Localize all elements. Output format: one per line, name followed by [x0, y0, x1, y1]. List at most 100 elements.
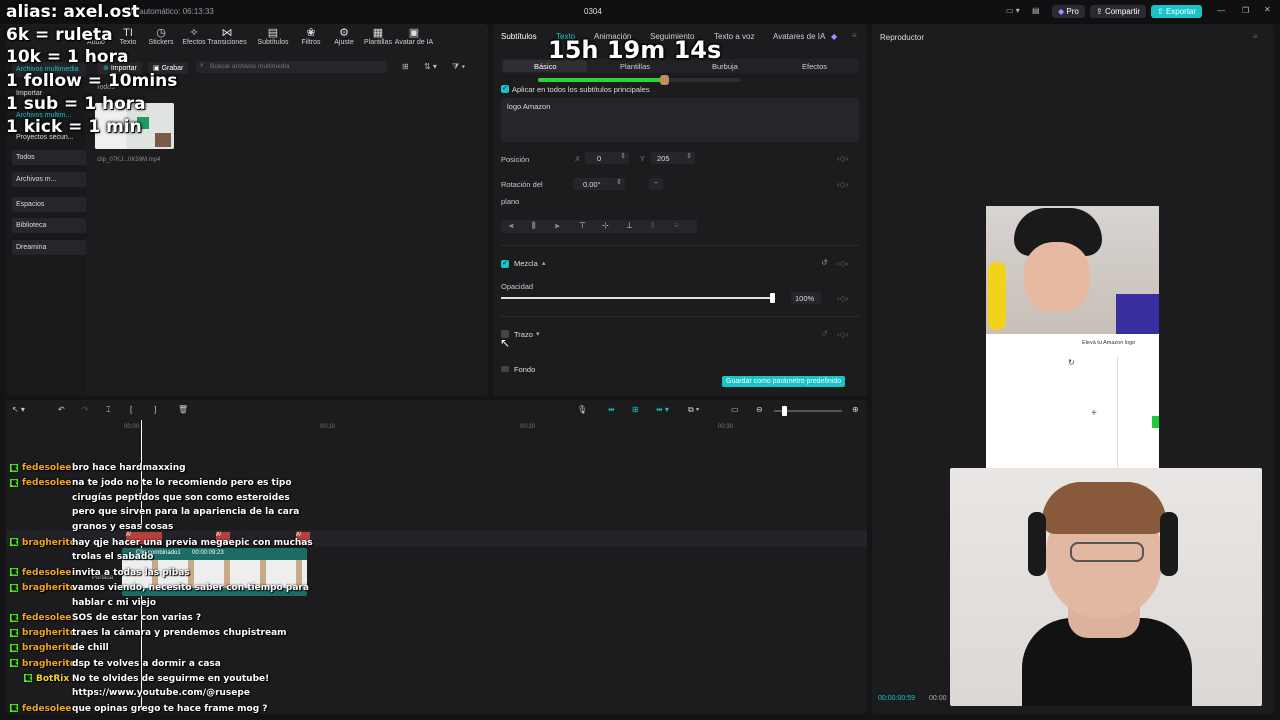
- preview-axis-icon[interactable]: ⧉ ▾: [688, 405, 699, 415]
- tool-label: Subtítulos: [257, 39, 289, 46]
- keyframe-icon[interactable]: ‹◇›: [837, 259, 848, 268]
- sidebar-item-all[interactable]: Todos: [12, 150, 86, 165]
- tab-ai-avatars[interactable]: Avatares de IA: [773, 32, 825, 41]
- align-right-icon[interactable]: ⫸: [555, 221, 560, 231]
- align-left-icon[interactable]: ⫷: [509, 221, 514, 231]
- menu-icon[interactable]: ≡: [1253, 32, 1258, 41]
- chevron-up-icon[interactable]: ▴: [542, 259, 546, 267]
- tool-label: Efectos: [182, 39, 206, 46]
- tool-avatar-de-ia[interactable]: ▣ Avatar de IA: [394, 27, 434, 46]
- timer-progress: [538, 75, 740, 85]
- search-input[interactable]: ⌕ Buscar archivos multimedia: [196, 61, 387, 73]
- video-canvas[interactable]: Elevá tu Amazon logo ↻ +: [986, 206, 1159, 468]
- sidebar-item-files[interactable]: Archivos m...: [12, 172, 86, 187]
- distribute-v-icon[interactable]: ≡: [674, 221, 679, 230]
- align-bottom-icon[interactable]: ⊥: [626, 221, 633, 230]
- chat-username: fedesolee: [22, 567, 72, 578]
- keyframe-icon[interactable]: ‹◇›: [837, 294, 848, 303]
- delete-icon[interactable]: 🗑: [178, 405, 188, 414]
- distribute-h-icon[interactable]: ⦀: [651, 221, 655, 231]
- tool-subt-tulos[interactable]: ▤ Subtítulos: [253, 27, 293, 46]
- close-icon[interactable]: ✕: [1264, 5, 1271, 14]
- tab-subtitles[interactable]: Subtítulos: [501, 32, 537, 41]
- chat-username: bragherito: [22, 643, 76, 654]
- export-button[interactable]: ⇧ Exportar: [1151, 5, 1203, 18]
- text-input[interactable]: logo Amazon: [501, 98, 859, 142]
- fit-icon[interactable]: ▭: [731, 405, 739, 414]
- subtab-effects[interactable]: Efectos: [802, 62, 827, 71]
- chat-message: Kfedesolee: [10, 462, 77, 474]
- minimize-icon[interactable]: —: [1217, 6, 1225, 15]
- sidebar-item-library[interactable]: Biblioteca: [12, 218, 86, 233]
- keyframe-icon[interactable]: ‹◇›: [837, 154, 848, 163]
- rotation-input[interactable]: 0.00° ⇕: [573, 178, 625, 190]
- position-x-input[interactable]: 0 ⇕: [585, 152, 629, 164]
- maximize-icon[interactable]: ❐: [1242, 6, 1249, 15]
- tool-transiciones[interactable]: ⋈ Transiciones: [207, 27, 247, 46]
- reset-icon[interactable]: ↺: [821, 329, 828, 338]
- view-icon[interactable]: ⊞: [402, 62, 409, 71]
- transition-icon: ⋈: [221, 27, 233, 39]
- select-tool-icon[interactable]: ↖ ▾: [12, 405, 25, 414]
- filter-icon[interactable]: ⧩ ▾: [452, 62, 465, 72]
- background-label: Fondo: [514, 365, 536, 372]
- trim-left-icon[interactable]: [: [130, 405, 132, 414]
- keyframe-icon[interactable]: ‹◇›: [837, 180, 848, 189]
- opacity-input[interactable]: 100%: [791, 292, 821, 304]
- zoom-out-icon[interactable]: ⊖: [756, 405, 763, 414]
- clip-duration: 00:00:09:23: [192, 550, 224, 556]
- chat-username: bragherito: [22, 658, 76, 669]
- save-default-button[interactable]: Guardar como parámetro predefinido: [722, 376, 846, 387]
- canvas-inner: [1000, 356, 1118, 468]
- sidebar-item-dreamina[interactable]: Dreamina: [12, 240, 86, 255]
- position-y-input[interactable]: 205 ⇕: [651, 152, 695, 164]
- snap-icon[interactable]: ⇹ ▾: [656, 405, 669, 414]
- tool-plantillas[interactable]: ▦ Plantillas: [358, 27, 398, 46]
- trim-right-icon[interactable]: ]: [154, 405, 156, 414]
- align-center-icon[interactable]: ⫼: [532, 221, 536, 231]
- stepper-icon[interactable]: ⇕: [686, 152, 692, 160]
- chat-text: https://www.youtube.com/@rusepe: [72, 688, 250, 699]
- kick-icon: K: [10, 643, 18, 652]
- opacity-slider[interactable]: [501, 293, 775, 303]
- undo-icon[interactable]: ↶: [58, 405, 65, 414]
- chat-text: que opinas grego te hace frame mog ?: [72, 703, 268, 714]
- stepper-icon[interactable]: ⇕: [616, 178, 622, 186]
- microphone-icon[interactable]: 🎙: [577, 405, 587, 414]
- layout-icon[interactable]: ▭ ▾: [1006, 6, 1020, 15]
- pro-button[interactable]: ◆ Pro: [1052, 5, 1085, 18]
- captions-icon: ▤: [267, 27, 279, 39]
- shortcuts-icon[interactable]: ▤: [1032, 6, 1040, 15]
- zoom-slider[interactable]: [774, 406, 842, 416]
- background-checkbox[interactable]: [501, 366, 509, 372]
- sidebar-item-spaces[interactable]: Espacios: [12, 197, 86, 212]
- link-icon[interactable]: ⇹: [608, 405, 615, 414]
- chat-text: trolas el sabado: [72, 552, 154, 563]
- opacity-slider-handle[interactable]: [770, 293, 775, 303]
- time-total: 00:00: [929, 695, 947, 702]
- zoom-in-icon[interactable]: ⊕: [852, 405, 859, 414]
- reset-icon[interactable]: ↺: [821, 258, 828, 267]
- align-middle-icon[interactable]: ⊹: [602, 221, 609, 230]
- time-current: 00:00:00:59: [878, 695, 915, 702]
- chat-username: fedesolee: [22, 613, 72, 623]
- canvas-webcam: [986, 206, 1159, 334]
- chevron-down-icon[interactable]: ▾: [536, 330, 540, 338]
- share-button[interactable]: ⇪ Compartir: [1090, 5, 1147, 18]
- redo-icon[interactable]: ↷: [82, 405, 89, 414]
- blend-checkbox[interactable]: ✓: [501, 260, 509, 268]
- rotation-dash[interactable]: -: [649, 178, 663, 190]
- kick-icon: K: [10, 659, 18, 668]
- menu-icon[interactable]: ≡: [852, 31, 857, 40]
- magnet-icon[interactable]: ⊞: [632, 405, 639, 414]
- apply-all-checkbox[interactable]: ✓: [501, 85, 509, 93]
- split-icon[interactable]: ⌶: [106, 405, 111, 415]
- chat-text: No te olvides de seguirme en youtube!: [72, 673, 270, 684]
- keyframe-icon[interactable]: ‹◇›: [837, 330, 848, 339]
- align-top-icon[interactable]: ⊤: [579, 221, 586, 230]
- zoom-slider-handle[interactable]: [782, 406, 787, 416]
- sort-icon[interactable]: ⇅ ▾: [424, 62, 437, 71]
- ruler-tick: 00:00: [124, 424, 140, 430]
- stepper-icon[interactable]: ⇕: [620, 152, 626, 160]
- canvas-text: Elevá tu Amazon logo: [1082, 340, 1136, 346]
